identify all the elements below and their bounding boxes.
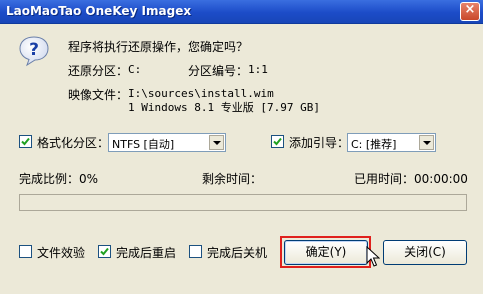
image-file-description: 1 Windows 8.1 专业版 [7.97 GB] [128,101,320,114]
verify-file-label: 文件效验 [37,246,86,260]
checkmark-icon [100,247,109,256]
close-icon: × [464,2,476,17]
restore-partition-label: 还原分区： [68,64,129,78]
completion-ratio: 完成比例：0% [19,172,99,186]
confirm-question: 程序将执行还原操作，您确定吗？ [68,40,249,54]
format-type-value: NTFS [自动] [112,138,175,151]
format-partition-checkbox[interactable] [19,135,32,148]
format-type-select[interactable]: NTFS [自动] [108,133,226,152]
shutdown-after-label: 完成后关机 [207,246,268,260]
question-icon: ? [19,36,49,67]
ok-button[interactable]: 确定(Y) [284,240,368,265]
close-button[interactable]: 关闭(C) [383,240,467,265]
arrow-cursor-icon [366,246,380,267]
dropdown-arrow-icon[interactable] [419,135,434,150]
svg-text:?: ? [29,40,39,60]
add-boot-label: 添加引导： [289,136,350,150]
image-file-label: 映像文件： [68,88,129,102]
checkmark-icon [21,137,30,146]
close-window-button[interactable]: × [460,2,480,21]
progress-bar [19,194,467,211]
partition-number-label: 分区编号： [188,64,249,78]
title-bar: LaoMaoTao OneKey Imagex × [0,0,483,24]
remaining-time-label: 剩余时间： [202,172,263,186]
window-title: LaoMaoTao OneKey Imagex [6,4,192,18]
dropdown-arrow-icon[interactable] [209,135,224,150]
boot-partition-select[interactable]: C: [推荐] [347,133,436,152]
reboot-after-checkbox[interactable] [98,245,111,258]
partition-number-value: 1:1 [248,63,268,76]
elapsed-time: 已用时间：00:00:00 [354,172,468,186]
checkmark-icon [273,137,282,146]
add-boot-checkbox[interactable] [271,135,284,148]
restore-partition-value: C: [128,63,142,76]
reboot-after-label: 完成后重启 [116,246,177,260]
boot-partition-value: C: [推荐] [351,138,397,151]
verify-file-checkbox[interactable] [19,245,32,258]
shutdown-after-checkbox[interactable] [189,245,202,258]
format-partition-label: 格式化分区： [37,136,110,150]
